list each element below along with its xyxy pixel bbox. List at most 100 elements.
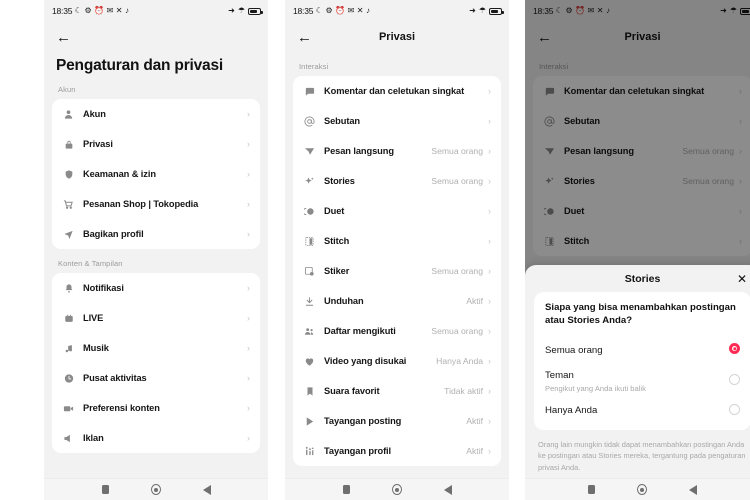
option-label: Semua orang [545, 344, 603, 356]
list-item-iklan[interactable]: Iklan › [52, 423, 260, 453]
recents-button[interactable] [342, 485, 350, 494]
list-item-label: Stitch [324, 236, 350, 246]
chevron-right-icon: › [488, 115, 491, 126]
close-icon[interactable]: ✕ [737, 273, 747, 285]
duet-icon [302, 206, 317, 217]
back-button[interactable]: ← [56, 26, 71, 45]
chevron-right-icon: › [488, 205, 491, 216]
status-bar-left-2: 18:35 ☾ ⚙ ⏰ ✉ ✕ ♪ [293, 6, 370, 16]
airplane-mode-icon: ➜ [228, 6, 235, 15]
list-item-stiker[interactable]: Stiker Semua orang › [293, 256, 501, 286]
mail-icon: ✉ [347, 6, 355, 15]
sheet-footnote: Orang lain mungkin tidak dapat menambahk… [538, 440, 746, 472]
list-item-pusat-aktivitas[interactable]: Pusat aktivitas › [52, 363, 260, 393]
option-sublabel: Pengikut yang Anda ikuti balik [545, 383, 646, 393]
list-item-pesan-langsung[interactable]: Pesan langsung Semua orang › [293, 136, 501, 166]
list-item-value: Semua orang [431, 266, 483, 276]
list-item-preferensi-konten[interactable]: Preferensi konten › [52, 393, 260, 423]
list-item-label: Tayangan posting [324, 416, 402, 426]
list-item-label: Suara favorit [324, 386, 380, 396]
list-item-notifikasi[interactable]: Notifikasi › [52, 273, 260, 303]
list-item-komentar[interactable]: Komentar dan celetukan singkat › [293, 76, 501, 106]
recents-button[interactable] [588, 485, 595, 494]
tiktok-note-icon: ♪ [366, 6, 370, 15]
home-button[interactable] [150, 484, 161, 495]
at-mention-icon [302, 116, 317, 127]
list-item-duet[interactable]: Duet › [293, 196, 501, 226]
chevron-right-icon: › [247, 108, 250, 119]
list-item-daftar-mengikuti[interactable]: Daftar mengikuti Semua orang › [293, 316, 501, 346]
list-item-suara-favorit[interactable]: Suara favorit Tidak aktif › [293, 376, 501, 406]
list-item-tayangan-profil[interactable]: Tayangan profil Aktif › [293, 436, 501, 466]
list-item-label: Sebutan [324, 116, 360, 126]
page-title: Privasi [378, 31, 416, 43]
android-navbar-2 [285, 478, 509, 500]
panel2-topbar: ← Privasi [285, 22, 509, 52]
option-teman[interactable]: Teman Pengikut yang Anda ikuti balik [545, 362, 740, 396]
chevron-right-icon: › [247, 372, 250, 383]
list-item-pesanan-shop[interactable]: Pesanan Shop | Tokopedia › [52, 189, 260, 219]
chevron-right-icon: › [247, 138, 250, 149]
status-bar-2: 18:35 ☾ ⚙ ⏰ ✉ ✕ ♪ ➜ ☂ [285, 0, 509, 22]
phone-panel-privacy: 18:35 ☾ ⚙ ⏰ ✉ ✕ ♪ ➜ ☂ ← Privasi Interaks… [285, 0, 509, 500]
chevron-right-icon: › [488, 235, 491, 246]
chevron-right-icon: › [488, 295, 491, 306]
list-item-value: Tidak aktif [444, 386, 483, 396]
section-label-interaksi: Interaksi [299, 62, 329, 71]
list-item-bagikan-profil[interactable]: Bagikan profil › [52, 219, 260, 249]
list-item-sebutan[interactable]: Sebutan › [293, 106, 501, 136]
option-hanya-anda[interactable]: Hanya Anda [545, 396, 740, 422]
home-button[interactable] [637, 484, 647, 495]
list-item-unduhan[interactable]: Unduhan Aktif › [293, 286, 501, 316]
list-item-privasi[interactable]: Privasi › [52, 129, 260, 159]
x-app-icon: ✕ [115, 6, 123, 15]
option-text-wrap: Semua orang [545, 340, 729, 358]
android-navbar-1 [44, 478, 268, 500]
panel-gutter-1 [268, 0, 285, 500]
mail-icon: ✉ [106, 6, 114, 15]
settings-card-akun: Akun › Privasi › Keamanan & izin › Pesan… [52, 99, 260, 249]
download-icon [302, 296, 317, 307]
page-title: Pengaturan dan privasi [56, 57, 224, 74]
comment-bubble-icon [302, 86, 317, 97]
battery-icon [248, 7, 263, 15]
list-item-tayangan-posting[interactable]: Tayangan posting Aktif › [293, 406, 501, 436]
lock-icon [61, 139, 76, 150]
back-nav-button[interactable] [689, 484, 697, 495]
back-nav-button[interactable] [202, 484, 211, 495]
status-bar-right-1: ➜ ☂ [228, 6, 263, 15]
recents-button[interactable] [101, 485, 109, 494]
live-icon [61, 313, 76, 324]
list-item-video-disukai[interactable]: Video yang disukai Hanya Anda › [293, 346, 501, 376]
list-item-musik[interactable]: Musik › [52, 333, 260, 363]
settings-card-konten: Notifikasi › LIVE › Musik › Pusat aktivi… [52, 273, 260, 453]
list-item-stitch[interactable]: Stitch › [293, 226, 501, 256]
list-item-live[interactable]: LIVE › [52, 303, 260, 333]
panel1-body: Akun Akun › Privasi › Keamanan & izin › [44, 75, 268, 453]
list-item-akun[interactable]: Akun › [52, 99, 260, 129]
option-semua-orang[interactable]: Semua orang [545, 336, 740, 362]
radio-button[interactable] [729, 403, 740, 415]
back-nav-button[interactable] [443, 484, 452, 495]
megaphone-icon [61, 433, 76, 444]
radio-button[interactable] [729, 373, 740, 385]
radio-button-selected[interactable] [729, 343, 740, 355]
list-item-label: Unduhan [324, 296, 364, 306]
settings-gear-icon: ⚙ [84, 6, 92, 15]
home-button[interactable] [391, 484, 402, 495]
list-item-label: Musik [83, 343, 109, 353]
wifi-icon: ☂ [237, 6, 245, 15]
list-item-label: Pesan langsung [324, 146, 394, 156]
list-item-label: Iklan [83, 433, 104, 443]
list-item-value: Hanya Anda [436, 356, 483, 366]
list-item-stories[interactable]: Stories Semua orang › [293, 166, 501, 196]
list-item-keamanan[interactable]: Keamanan & izin › [52, 159, 260, 189]
android-navbar-3 [525, 478, 750, 500]
stitch-icon [302, 236, 317, 247]
chevron-right-icon: › [247, 312, 250, 323]
status-time: 18:35 [293, 6, 314, 16]
screenshot-stage: 18:35 ☾ ⚙ ⏰ ✉ ✕ ♪ ➜ ☂ ← Pengaturan dan p… [0, 0, 750, 500]
moon-icon: ☾ [315, 6, 323, 15]
tiktok-note-icon: ♪ [125, 6, 129, 15]
option-text-wrap: Teman Pengikut yang Anda ikuti balik [545, 365, 729, 393]
